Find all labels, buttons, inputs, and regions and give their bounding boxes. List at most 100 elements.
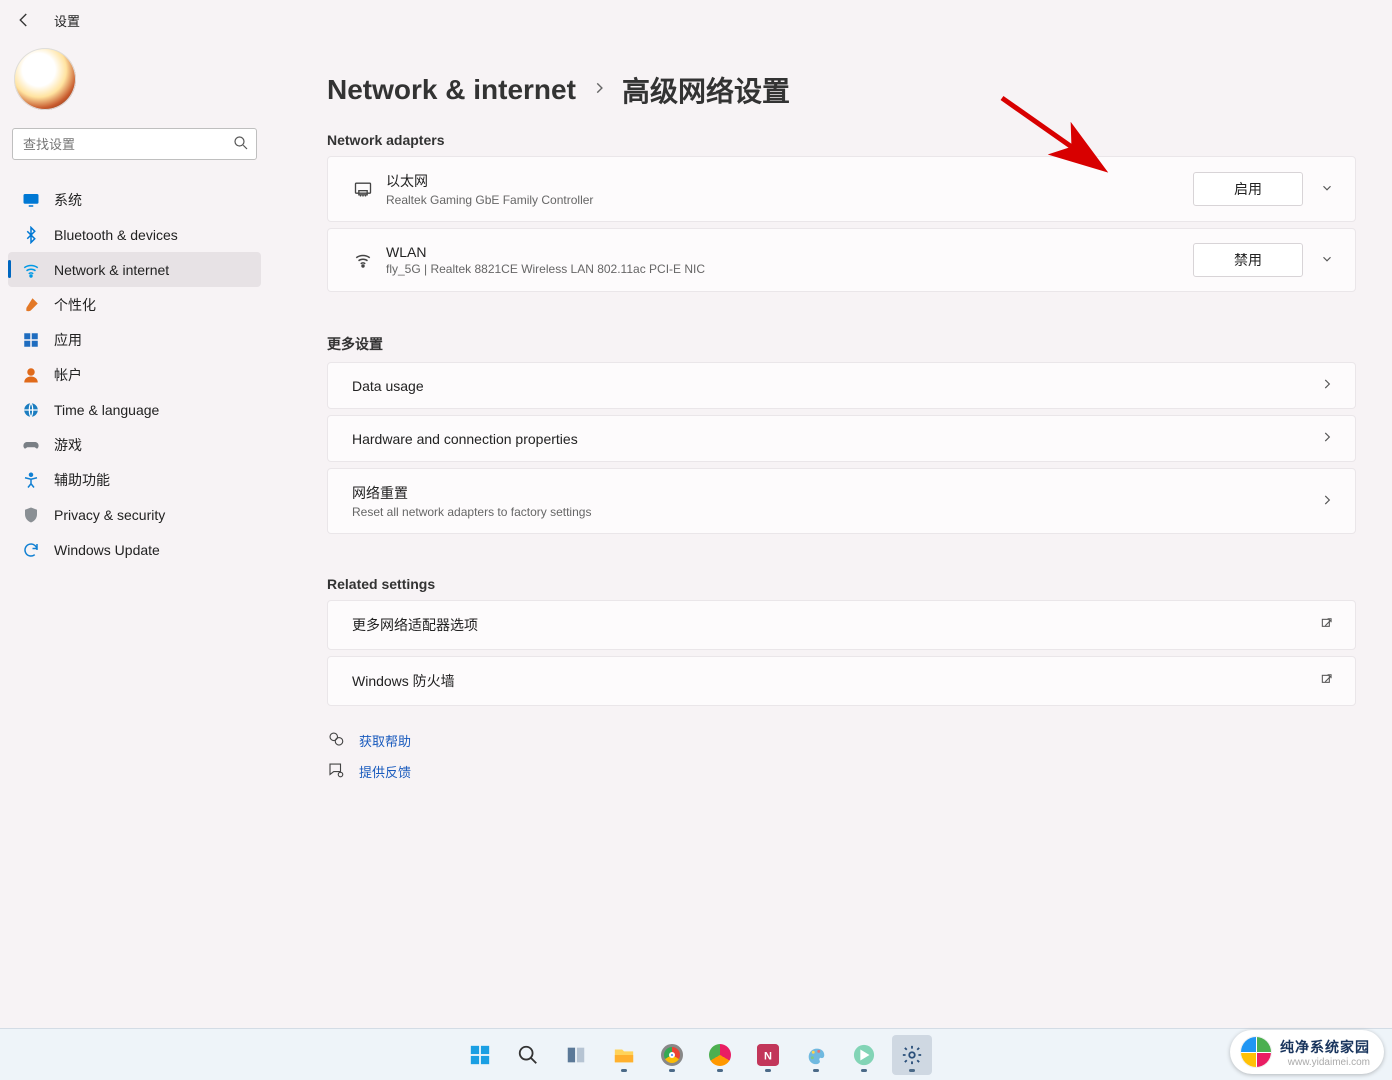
footer-links: 获取帮助 提供反馈 bbox=[327, 730, 1356, 782]
nav-item-9[interactable]: Privacy & security bbox=[8, 497, 261, 532]
nav-item-4[interactable]: 应用 bbox=[8, 322, 261, 357]
nav-item-0[interactable]: 系统 bbox=[8, 182, 261, 217]
adapter-card-1[interactable]: WLAN fly_5G | Realtek 8821CE Wireless LAN… bbox=[327, 228, 1356, 292]
browser-icon[interactable] bbox=[700, 1035, 740, 1075]
external-link-icon bbox=[1313, 673, 1341, 690]
help-icon bbox=[327, 730, 345, 751]
accessibility-icon bbox=[20, 471, 42, 489]
monitor-icon bbox=[20, 191, 42, 209]
adapter-toggle-button[interactable]: 启用 bbox=[1193, 172, 1303, 206]
nav-item-8[interactable]: 辅助功能 bbox=[8, 462, 261, 497]
person-icon bbox=[20, 366, 42, 384]
wifi-icon bbox=[20, 261, 42, 279]
taskbar: N bbox=[0, 1028, 1392, 1080]
search-input[interactable] bbox=[23, 137, 232, 152]
main-content: Network & internet 高级网络设置 Network adapte… bbox=[275, 40, 1392, 1028]
sidebar: 系统 Bluetooth & devices Network & internet 个… bbox=[0, 40, 275, 1028]
nav-label: 帐户 bbox=[54, 365, 82, 385]
nav-label: 系统 bbox=[54, 190, 82, 210]
svg-text:N: N bbox=[764, 1050, 772, 1062]
nav-label: Bluetooth & devices bbox=[54, 227, 178, 243]
globe-icon bbox=[20, 401, 42, 419]
nav: 系统 Bluetooth & devices Network & internet 个… bbox=[8, 182, 261, 567]
nav-label: Network & internet bbox=[54, 262, 169, 278]
search-box[interactable] bbox=[12, 128, 257, 160]
ethernet-icon bbox=[346, 179, 380, 199]
related-card-0[interactable]: 更多网络适配器选项 bbox=[327, 600, 1356, 650]
card-title: Windows 防火墙 bbox=[352, 671, 1313, 691]
more-card-0[interactable]: Data usage bbox=[327, 362, 1356, 409]
more-card-2[interactable]: 网络重置 Reset all network adapters to factor… bbox=[327, 468, 1356, 534]
adapter-desc: Realtek Gaming GbE Family Controller bbox=[386, 193, 1193, 207]
settings-icon[interactable] bbox=[892, 1035, 932, 1075]
chevron-right-icon bbox=[1313, 430, 1341, 447]
nav-label: 游戏 bbox=[54, 435, 82, 455]
get-help-label: 获取帮助 bbox=[359, 731, 411, 750]
card-subtitle: Reset all network adapters to factory se… bbox=[352, 505, 1303, 519]
nav-item-5[interactable]: 帐户 bbox=[8, 357, 261, 392]
task-view-icon[interactable] bbox=[556, 1035, 596, 1075]
chevron-down-icon[interactable] bbox=[1313, 252, 1341, 269]
avatar[interactable] bbox=[14, 48, 76, 110]
nav-label: 辅助功能 bbox=[54, 470, 110, 490]
section-title-related: Related settings bbox=[327, 576, 1356, 592]
search-icon[interactable] bbox=[232, 134, 250, 155]
card-title: Hardware and connection properties bbox=[352, 431, 1303, 447]
card-title: 更多网络适配器选项 bbox=[352, 615, 1313, 635]
wifi-icon bbox=[346, 251, 380, 269]
breadcrumb-current: 高级网络设置 bbox=[622, 70, 790, 110]
chevron-right-icon bbox=[592, 79, 606, 102]
adapter-name: WLAN bbox=[386, 244, 1193, 260]
feedback-link[interactable]: 提供反馈 bbox=[327, 761, 1356, 782]
nav-label: Windows Update bbox=[54, 542, 160, 558]
adapter-desc: fly_5G | Realtek 8821CE Wireless LAN 802… bbox=[386, 262, 1193, 276]
gamepad-icon bbox=[20, 436, 42, 454]
paint-icon[interactable] bbox=[796, 1035, 836, 1075]
chevron-right-icon bbox=[1313, 377, 1341, 394]
breadcrumb: Network & internet 高级网络设置 bbox=[327, 70, 1356, 110]
start-button[interactable] bbox=[460, 1035, 500, 1075]
nav-item-10[interactable]: Windows Update bbox=[8, 532, 261, 567]
app-title: 设置 bbox=[54, 11, 80, 30]
get-help-link[interactable]: 获取帮助 bbox=[327, 730, 1356, 751]
chevron-down-icon[interactable] bbox=[1313, 181, 1341, 198]
card-title: Data usage bbox=[352, 378, 1303, 394]
feedback-label: 提供反馈 bbox=[359, 762, 411, 781]
update-icon bbox=[20, 541, 42, 559]
nav-label: Privacy & security bbox=[54, 507, 165, 523]
nav-item-6[interactable]: Time & language bbox=[8, 392, 261, 427]
watermark-logo bbox=[1240, 1036, 1272, 1068]
shield-icon bbox=[20, 506, 42, 524]
section-title-more: 更多设置 bbox=[327, 334, 1356, 354]
chevron-right-icon bbox=[1313, 493, 1341, 510]
adapter-card-0[interactable]: 以太网 Realtek Gaming GbE Family Controller启… bbox=[327, 156, 1356, 222]
nav-label: Time & language bbox=[54, 402, 159, 418]
nav-item-3[interactable]: 个性化 bbox=[8, 287, 261, 322]
related-card-1[interactable]: Windows 防火墙 bbox=[327, 656, 1356, 706]
more-card-1[interactable]: Hardware and connection properties bbox=[327, 415, 1356, 462]
watermark-url: www.yidaimei.com bbox=[1280, 1057, 1370, 1068]
section-title-adapters: Network adapters bbox=[327, 132, 1356, 148]
chrome-icon[interactable] bbox=[652, 1035, 692, 1075]
breadcrumb-parent[interactable]: Network & internet bbox=[327, 74, 576, 106]
bluetooth-icon bbox=[20, 226, 42, 244]
apps-icon bbox=[20, 331, 42, 349]
back-button[interactable] bbox=[14, 10, 34, 30]
card-title: 网络重置 bbox=[352, 483, 1303, 503]
watermark: 纯净系统家园 www.yidaimei.com bbox=[1230, 1030, 1384, 1074]
adapter-name: 以太网 bbox=[386, 171, 1193, 191]
nav-label: 个性化 bbox=[54, 295, 96, 315]
nav-item-1[interactable]: Bluetooth & devices bbox=[8, 217, 261, 252]
external-link-icon bbox=[1313, 617, 1341, 634]
file-explorer-icon[interactable] bbox=[604, 1035, 644, 1075]
nav-item-7[interactable]: 游戏 bbox=[8, 427, 261, 462]
feedback-icon bbox=[327, 761, 345, 782]
app-icon-1[interactable]: N bbox=[748, 1035, 788, 1075]
brush-icon bbox=[20, 296, 42, 314]
nav-item-2[interactable]: Network & internet bbox=[8, 252, 261, 287]
adapter-toggle-button[interactable]: 禁用 bbox=[1193, 243, 1303, 277]
taskbar-search-icon[interactable] bbox=[508, 1035, 548, 1075]
app-icon-2[interactable] bbox=[844, 1035, 884, 1075]
watermark-title: 纯净系统家园 bbox=[1280, 1037, 1370, 1057]
titlebar: 设置 bbox=[0, 0, 1392, 40]
